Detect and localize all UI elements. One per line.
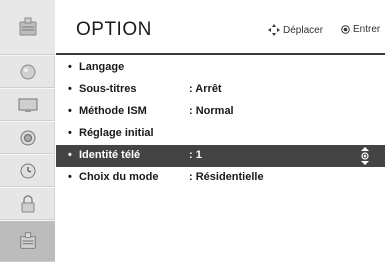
category-rail bbox=[0, 0, 55, 262]
bullet: • bbox=[68, 127, 72, 139]
option-icon bbox=[19, 232, 36, 249]
menu-item-value: : 1 bbox=[189, 149, 202, 161]
rail-item-picture[interactable] bbox=[0, 55, 55, 88]
menu-item-label: Choix du mode bbox=[79, 171, 159, 183]
navigation-arrows-icon bbox=[268, 24, 280, 36]
menu-item-methode-ism[interactable]: • Méthode ISM : Normal bbox=[56, 101, 385, 123]
menu-item-reglage-initial[interactable]: • Réglage initial bbox=[56, 123, 385, 145]
audio-icon bbox=[20, 130, 35, 145]
time-icon bbox=[20, 163, 35, 178]
bullet: • bbox=[68, 105, 72, 117]
menu-item-label: Sous-titres bbox=[79, 83, 137, 95]
page-title: OPTION bbox=[76, 19, 152, 40]
menu-item-sous-titres[interactable]: • Sous-titres : Arrêt bbox=[56, 79, 385, 101]
menu-item-identite-tele[interactable]: • Identité télé : 1 bbox=[56, 145, 385, 167]
menu-item-label: Réglage initial bbox=[79, 127, 154, 139]
enter-hint-label: Entrer bbox=[353, 24, 381, 35]
option-icon bbox=[19, 17, 36, 36]
screen-icon bbox=[18, 98, 37, 112]
rail-item-option[interactable] bbox=[0, 220, 55, 262]
menu-item-value: : Arrêt bbox=[189, 83, 222, 95]
rail-item-screen[interactable] bbox=[0, 88, 55, 121]
menu-item-value: : Normal bbox=[189, 105, 234, 117]
bullet: • bbox=[68, 61, 72, 73]
move-hint-label: Déplacer bbox=[283, 24, 324, 36]
menu-item-label: Identité télé bbox=[79, 149, 141, 161]
bullet: • bbox=[68, 149, 72, 161]
menu-header: OPTION Déplacer Entrer bbox=[56, 0, 385, 55]
move-hint: Déplacer bbox=[268, 24, 323, 36]
menu-item-label: Langage bbox=[79, 61, 125, 73]
option-menu-list: • Langage • Sous-titres : Arrêt • Méthod… bbox=[56, 57, 385, 189]
menu-item-choix-du-mode[interactable]: • Choix du mode : Résidentielle bbox=[56, 167, 385, 189]
rail-item-audio[interactable] bbox=[0, 121, 55, 154]
menu-item-value: : Résidentielle bbox=[189, 171, 264, 183]
picture-icon bbox=[20, 64, 35, 79]
rail-header bbox=[0, 0, 55, 55]
menu-item-langage[interactable]: • Langage bbox=[56, 57, 385, 79]
bullet: • bbox=[68, 171, 72, 183]
lock-icon bbox=[21, 194, 34, 212]
up-down-arrows-icon[interactable] bbox=[359, 147, 371, 165]
ok-button-icon bbox=[341, 25, 350, 34]
rail-item-lock[interactable] bbox=[0, 187, 55, 220]
bullet: • bbox=[68, 83, 72, 95]
enter-hint: Entrer bbox=[341, 24, 380, 35]
menu-item-label: Méthode ISM bbox=[79, 105, 147, 117]
rail-item-time[interactable] bbox=[0, 154, 55, 187]
